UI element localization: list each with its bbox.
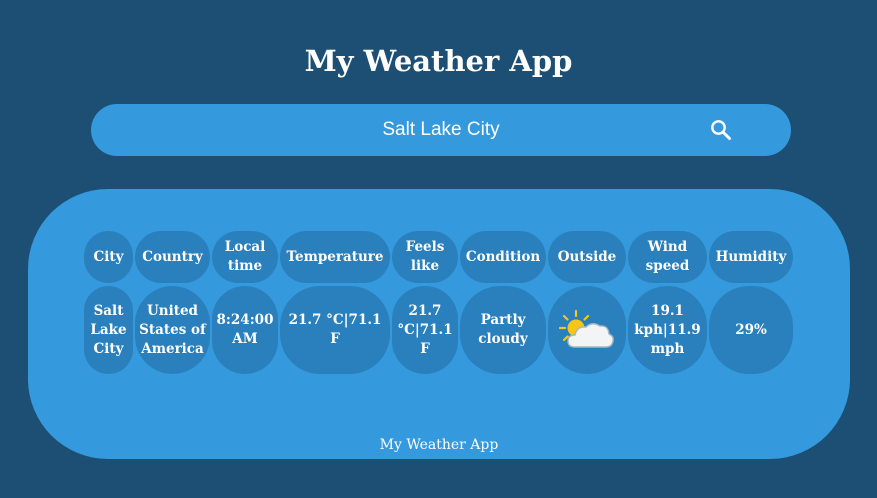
header-condition: Condition [460, 231, 546, 283]
header-country: Country [135, 231, 210, 283]
value-country: United States of America [135, 286, 210, 374]
partly-cloudy-icon [559, 309, 614, 348]
value-humidity: 29% [709, 286, 793, 374]
header-temperature: Temperature [280, 231, 390, 283]
value-outside [548, 286, 626, 374]
app-title: My Weather App [304, 44, 573, 78]
search-button[interactable] [708, 117, 734, 143]
value-local-time: 8:24:00 AM [212, 286, 278, 374]
value-condition: Partly cloudy [460, 286, 546, 374]
header-local-time: Local time [212, 231, 278, 283]
footer-text: My Weather App [379, 437, 499, 453]
search-input[interactable] [151, 104, 731, 156]
header-wind-speed: Wind speed [628, 231, 707, 283]
search-icon [711, 120, 731, 140]
search-bar [91, 104, 791, 156]
header-feels-like: Feels like [392, 231, 458, 283]
value-temperature: 21.7 °C|71.1 F [280, 286, 390, 374]
header-outside: Outside [548, 231, 626, 283]
value-feels-like: 21.7 °C|71.1 F [392, 286, 458, 374]
header-humidity: Humidity [709, 231, 793, 283]
value-wind-speed: 19.1 kph|11.9 mph [628, 286, 707, 374]
header-city: City [84, 231, 133, 283]
weather-card: City Country Local time Temperature Feel… [28, 189, 850, 459]
value-city: Salt Lake City [84, 286, 133, 374]
